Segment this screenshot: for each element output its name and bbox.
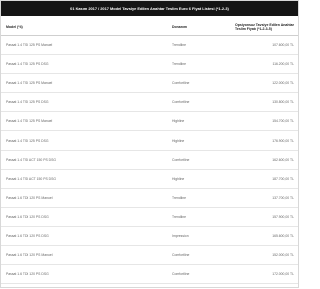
table-header-row: Model (*4) Donanım Opsiyonsuz Tavsiye Ed… <box>1 19 298 36</box>
table-row: Passat 1.4 TSI 125 PS DSG Trendline 116.… <box>1 54 298 75</box>
trim-cell: Comfortline <box>167 245 231 266</box>
trim-cell: Trendline <box>167 188 231 208</box>
price-cell: 107.600,00 TL <box>231 35 298 56</box>
page-title: 01 Kasım 2017 / 2017 Model Tavsiye Edile… <box>1 1 298 16</box>
price-cell: 154.700,00 TL <box>231 111 298 132</box>
price-cell: 187.700,00 TL <box>231 169 298 189</box>
trim-cell: Trendline <box>167 35 231 56</box>
model-cell: Passat 1.4 TSI 125 PS Manuel <box>1 35 167 56</box>
trim-cell: Comfortline <box>167 150 231 170</box>
model-cell: Passat 1.6 TDI 120 PS Manuel <box>1 188 167 208</box>
table-row: Passat 1.4 TSI ACT 150 PS DSG Highline 1… <box>1 169 298 189</box>
model-cell: Passat 1.4 TSI ACT 150 PS DSG <box>1 169 167 189</box>
model-cell: Passat 1.4 TSI 125 PS DSG <box>1 54 167 75</box>
price-cell: 152.000,00 TL <box>231 245 298 266</box>
table-row: Passat 1.4 TSI 125 PS DSG Highline 176.9… <box>1 130 298 151</box>
table-body: Passat 1.4 TSI 125 PS Manuel Trendline 1… <box>1 35 298 285</box>
table-row: Passat 1.6 TDI 120 PS DSG Trendline 157.… <box>1 207 298 227</box>
table-row: Passat 1.6 TDI 120 PS Manuel Trendline 1… <box>1 188 298 208</box>
table-row: Passat 1.4 TSI ACT 150 PS DSG Comfortlin… <box>1 150 298 170</box>
table-row: Passat 1.4 TSI 125 PS DSG Comfortline 13… <box>1 92 298 113</box>
trim-cell: Comfortline <box>167 92 231 113</box>
column-header-donanim: Donanım <box>167 19 231 36</box>
model-cell: Passat 1.4 TSI 125 PS Manuel <box>1 73 167 94</box>
price-cell: 130.800,00 TL <box>231 92 298 113</box>
price-cell: 157.900,00 TL <box>231 207 298 227</box>
price-cell: 137.700,00 TL <box>231 188 298 208</box>
model-cell: Passat 1.4 TSI ACT 150 PS DSG <box>1 150 167 170</box>
trim-cell: Impression <box>167 226 231 247</box>
table-row: Passat 1.4 TSI 125 PS Manuel Trendline 1… <box>1 35 298 56</box>
table-row: Passat 1.4 TSI 125 PS Manuel Highline 15… <box>1 111 298 132</box>
column-header-model: Model (*4) <box>1 19 167 36</box>
model-cell: Passat 1.4 TSI 125 PS DSG <box>1 92 167 113</box>
trim-cell: Comfortline <box>167 264 231 285</box>
model-cell: Passat 1.6 TDI 120 PS DSG <box>1 264 167 285</box>
model-cell: Passat 1.6 TDI 120 PS Manuel <box>1 245 167 266</box>
table-row: Passat 1.6 TDI 120 PS DSG Comfortline 17… <box>1 264 298 285</box>
table-row: Passat 1.6 TDI 120 PS DSG Impression 165… <box>1 226 298 247</box>
table-row: Passat 1.4 TSI 125 PS Manuel Comfortline… <box>1 73 298 94</box>
price-list-panel: 01 Kasım 2017 / 2017 Model Tavsiye Edile… <box>0 0 299 288</box>
model-cell: Passat 1.6 TDI 120 PS DSG <box>1 226 167 247</box>
trim-cell: Highline <box>167 130 231 151</box>
trim-cell: Trendline <box>167 54 231 75</box>
table-row: Passat 1.6 TDI 120 PS Manuel Comfortline… <box>1 245 298 266</box>
price-cell: 165.600,00 TL <box>231 226 298 247</box>
price-table: Model (*4) Donanım Opsiyonsuz Tavsiye Ed… <box>1 19 298 285</box>
price-cell: 116.200,00 TL <box>231 54 298 75</box>
trim-cell: Highline <box>167 111 231 132</box>
trim-cell: Trendline <box>167 207 231 227</box>
trim-cell: Comfortline <box>167 73 231 94</box>
model-cell: Passat 1.6 TDI 120 PS DSG <box>1 207 167 227</box>
column-header-price: Opsiyonsuz Tavsiye Edilen Anahtar Teslim… <box>231 19 298 36</box>
model-cell: Passat 1.4 TSI 125 PS Manuel <box>1 111 167 132</box>
trim-cell: Highline <box>167 169 231 189</box>
price-cell: 122.000,00 TL <box>231 73 298 94</box>
model-cell: Passat 1.4 TSI 125 PS DSG <box>1 130 167 151</box>
price-cell: 172.000,00 TL <box>231 264 298 285</box>
price-cell: 162.600,00 TL <box>231 150 298 170</box>
price-cell: 176.900,00 TL <box>231 130 298 151</box>
